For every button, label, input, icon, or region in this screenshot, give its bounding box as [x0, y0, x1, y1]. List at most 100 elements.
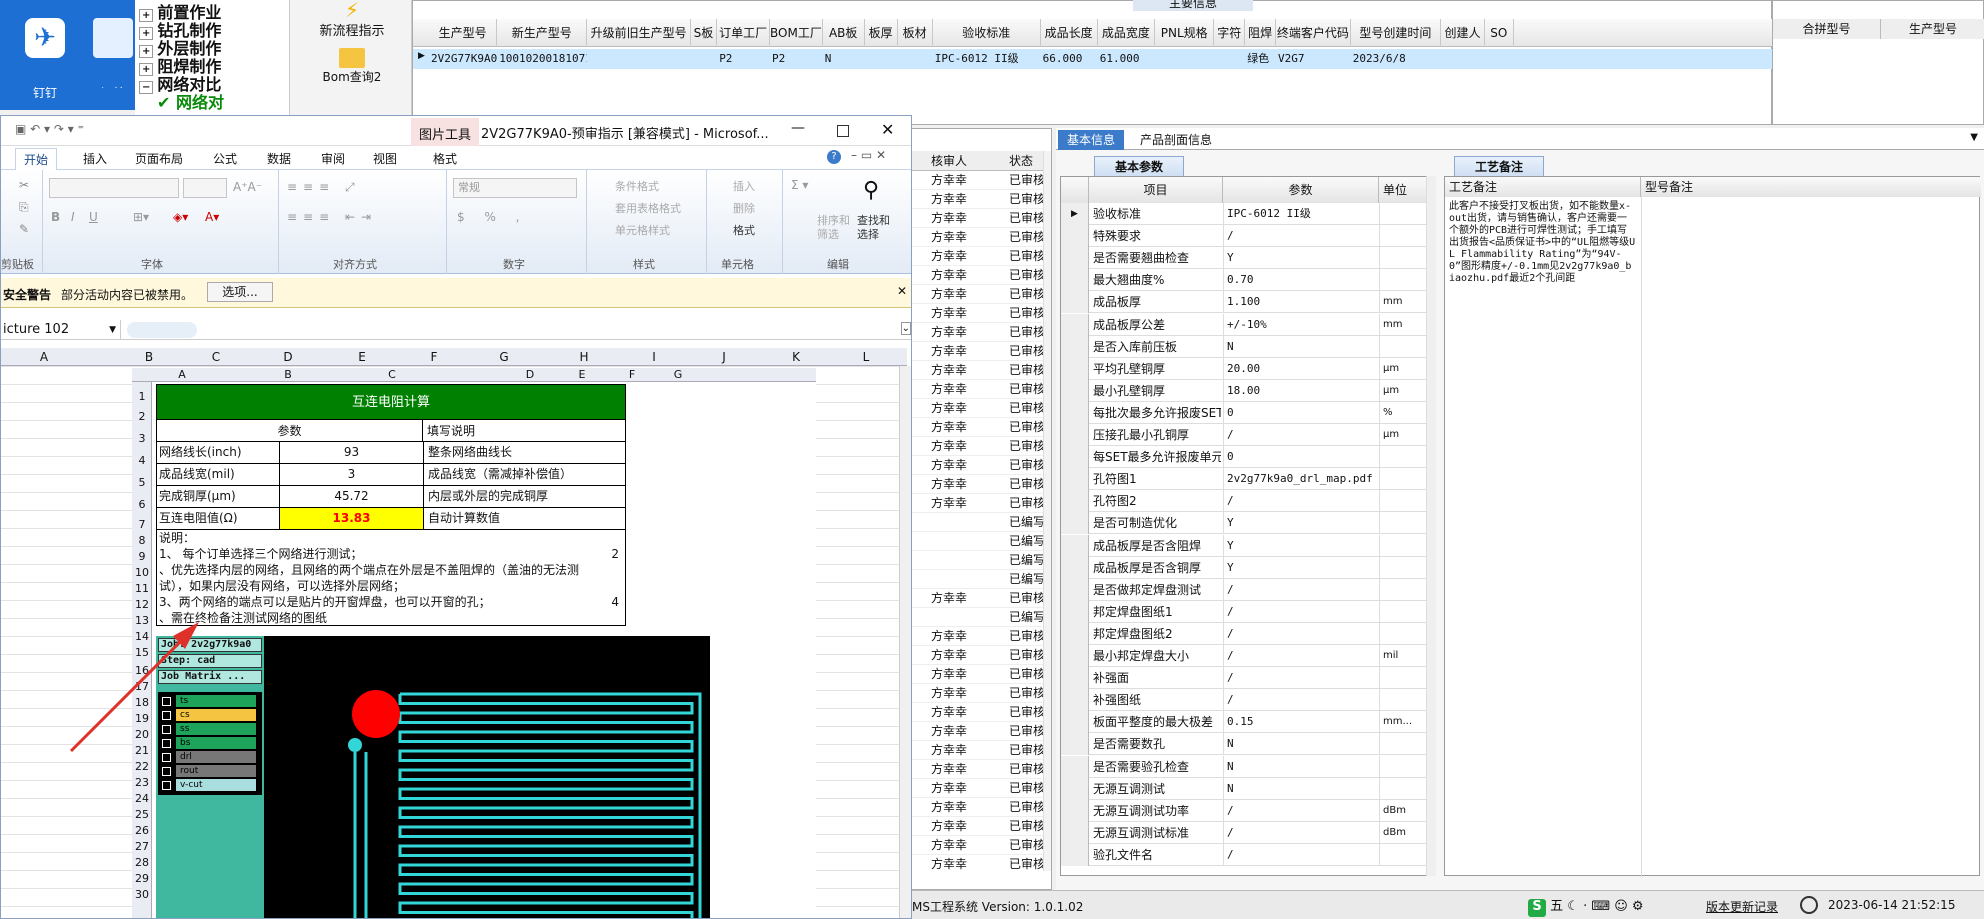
list-item[interactable]: 方幸幸 已审核: [909, 741, 1045, 760]
col-header[interactable]: PNL规格: [1155, 19, 1215, 47]
table-row[interactable]: 是否需要翘曲检查 Y: [1061, 247, 1435, 270]
tab-5[interactable]: 审阅: [313, 148, 353, 170]
table-row[interactable]: 网络线长(inch) 93 整条网络曲线长: [156, 442, 626, 464]
table-row[interactable]: 是否做邦定焊盘测试 /: [1061, 578, 1435, 601]
list-item[interactable]: 方幸幸 已审核: [909, 855, 1045, 871]
table-row[interactable]: 无源互调测试 N: [1061, 777, 1435, 800]
col-header[interactable]: 订单工厂: [717, 19, 770, 47]
row-header[interactable]: 10: [132, 566, 152, 579]
list-item[interactable]: 方幸幸 已审核: [909, 228, 1045, 247]
subtab-craft-note[interactable]: 工艺备注: [1454, 156, 1544, 176]
list-item[interactable]: 方幸幸 已审核: [909, 285, 1045, 304]
grid-cell[interactable]: [898, 49, 933, 69]
list-item[interactable]: 方幸幸 已审核: [909, 627, 1045, 646]
formula-input[interactable]: [205, 320, 895, 340]
delete-button[interactable]: 删除: [733, 200, 755, 216]
maximize-icon[interactable]: [837, 125, 849, 137]
grid-cell[interactable]: 61.000: [1098, 49, 1155, 69]
col-header[interactable]: 型号备注: [1641, 177, 1981, 197]
row-header[interactable]: 13: [132, 614, 152, 627]
row-header[interactable]: 3: [132, 432, 152, 445]
tab-profile-info[interactable]: 产品剖面信息: [1136, 130, 1236, 150]
table-row[interactable]: 成品板厚是否含阻焊 Y: [1061, 534, 1435, 557]
grid-cell[interactable]: N: [823, 49, 865, 69]
tab-1[interactable]: 插入: [75, 148, 115, 170]
column-header[interactable]: L: [851, 348, 881, 366]
col-header[interactable]: 型号创建时间: [1351, 19, 1441, 47]
copy-icon[interactable]: ⎘: [19, 200, 29, 215]
table-row[interactable]: 无源互调测试功率 / dBm: [1061, 799, 1435, 822]
table-row[interactable]: 最小邦定焊盘大小 / mil: [1061, 645, 1435, 667]
table-row[interactable]: 成品板厚公差 +/-10% mm: [1061, 313, 1435, 336]
security-options-button[interactable]: 选项...: [207, 282, 273, 302]
close-icon[interactable]: ✕: [881, 120, 894, 139]
row-header[interactable]: 12: [132, 598, 152, 611]
sort-filter-button[interactable]: 排序和筛选: [817, 214, 851, 242]
grid-cell[interactable]: [1214, 49, 1245, 69]
grid-cell[interactable]: [865, 49, 898, 69]
tab-4[interactable]: 数据: [259, 148, 299, 170]
list-item[interactable]: 方幸幸 已审核: [909, 646, 1045, 665]
list-item[interactable]: 方幸幸 已审核: [909, 418, 1045, 437]
list-item[interactable]: 方幸幸 已审核: [909, 589, 1045, 608]
fill-color-icon[interactable]: ◈▾: [173, 210, 188, 224]
list-item[interactable]: 方幸幸 已审核: [909, 190, 1045, 209]
list-item[interactable]: 方幸幸 已审核: [909, 247, 1045, 266]
col-header[interactable]: 参数: [1223, 177, 1379, 203]
row-header[interactable]: 15: [132, 646, 152, 659]
column-header[interactable]: D: [520, 368, 540, 382]
column-header[interactable]: D: [273, 348, 303, 366]
table-row[interactable]: 最小孔壁铜厚 18.00 μm: [1061, 379, 1435, 402]
row-header[interactable]: 25: [132, 808, 152, 821]
column-header[interactable]: A: [172, 368, 192, 382]
grid-cell[interactable]: 2023/6/8: [1351, 49, 1441, 69]
row-header[interactable]: 29: [132, 872, 152, 885]
params-scrollbar[interactable]: [1426, 176, 1436, 876]
grid-cell[interactable]: [1485, 49, 1514, 69]
column-header[interactable]: B: [134, 348, 164, 366]
table-row[interactable]: 成品板厚是否含铜厚 Y: [1061, 556, 1435, 579]
help-icon[interactable]: ?: [827, 150, 841, 164]
expand-formula-icon[interactable]: ⌄: [900, 322, 911, 335]
cut-icon[interactable]: ✂: [19, 178, 29, 192]
table-row[interactable]: 是否可制造优化 Y: [1061, 512, 1435, 535]
table-row[interactable]: ▶ 验收标准 IPC-6012 II级: [1061, 203, 1435, 225]
tab-6[interactable]: 视图: [365, 148, 405, 170]
table-row[interactable]: 互连电阻值(Ω) 13.83 自动计算数值: [156, 508, 626, 530]
col-header[interactable]: 生产型号: [1881, 19, 1984, 39]
dropdown-icon[interactable]: ▼: [1970, 132, 1978, 143]
column-header[interactable]: F: [622, 368, 642, 382]
conditional-format-button[interactable]: 条件格式: [615, 178, 659, 194]
col-header[interactable]: 核审人: [909, 151, 1005, 171]
number-format-select[interactable]: 常规: [453, 178, 577, 198]
grid-cell[interactable]: [587, 49, 690, 69]
col-header[interactable]: 板厚: [865, 19, 898, 47]
grid-cell[interactable]: 10010200181071: [497, 49, 587, 69]
column-header[interactable]: E: [347, 348, 377, 366]
grid-cell[interactable]: 2V2G77K9A0: [429, 49, 497, 69]
grid-cell[interactable]: [1155, 49, 1214, 69]
table-row[interactable]: 邦定焊盘图纸1 /: [1061, 600, 1435, 623]
cell-style-button[interactable]: 单元格样式: [615, 222, 670, 238]
insert-button[interactable]: 插入: [733, 178, 755, 194]
desktop-icon-order[interactable]: 订单: [90, 18, 135, 88]
list-item[interactable]: 方幸幸 已审核: [909, 304, 1045, 323]
list-item[interactable]: 方幸幸 已审核: [909, 665, 1045, 684]
bom-query-button[interactable]: Bom查询2: [302, 48, 402, 85]
row-header[interactable]: 17: [132, 680, 152, 693]
security-close-icon[interactable]: ✕: [897, 284, 907, 298]
row-header[interactable]: 21: [132, 744, 152, 757]
list-item[interactable]: 方幸幸 已审核: [909, 342, 1045, 361]
row-header[interactable]: 4: [132, 454, 152, 467]
list-item[interactable]: 方幸幸 已审核: [909, 399, 1045, 418]
table-row[interactable]: 无源互调测试标准 / dBm: [1061, 821, 1435, 844]
grid-cell[interactable]: 绿色: [1245, 49, 1276, 69]
table-row[interactable]: 是否入库前压板 N: [1061, 335, 1435, 358]
subtab-basic-params[interactable]: 基本参数: [1094, 156, 1184, 176]
row-header[interactable]: 23: [132, 776, 152, 789]
col-header[interactable]: BOM工厂: [770, 19, 823, 47]
table-row[interactable]: 平均孔壁铜厚 20.00 μm: [1061, 357, 1435, 380]
row-header[interactable]: 26: [132, 824, 152, 837]
column-header[interactable]: H: [569, 348, 599, 366]
row-header[interactable]: 16: [132, 664, 152, 677]
